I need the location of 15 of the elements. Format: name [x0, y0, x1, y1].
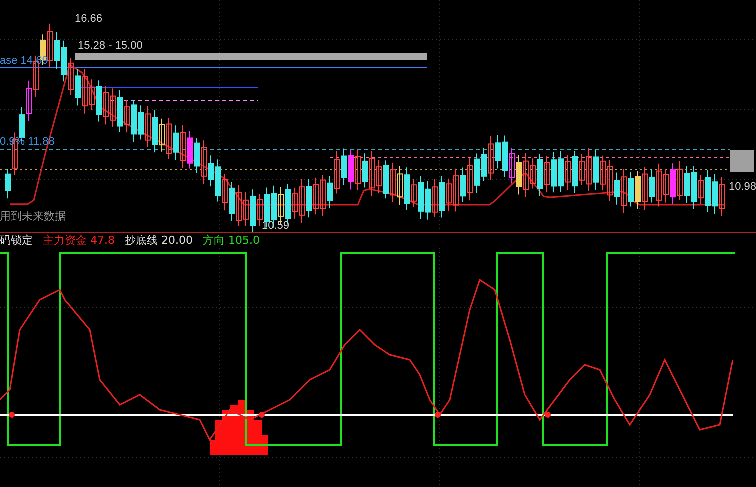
- legend-item: 抄底线 20.00: [125, 233, 193, 248]
- low-price-label: 10.59: [262, 220, 290, 232]
- high-price-label: 16.66: [75, 13, 103, 25]
- signal-dot-icon: [259, 412, 265, 418]
- signal-dot-icon: [9, 412, 15, 418]
- price-marker: [730, 150, 754, 172]
- legend-item: 主力资金 47.8: [43, 233, 115, 248]
- price-range-label: 15.28 - 15.00: [78, 40, 143, 52]
- signal-dot-icon: [545, 412, 551, 418]
- legend-item: 方向 105.0: [203, 233, 260, 248]
- signal-dot-icon: [435, 412, 441, 418]
- notice-text: 用到未来数据: [0, 210, 66, 223]
- last-price-label: 10.98: [729, 181, 756, 193]
- histogram-drawing: [210, 400, 268, 455]
- legend-item: 码锁定: [0, 233, 33, 248]
